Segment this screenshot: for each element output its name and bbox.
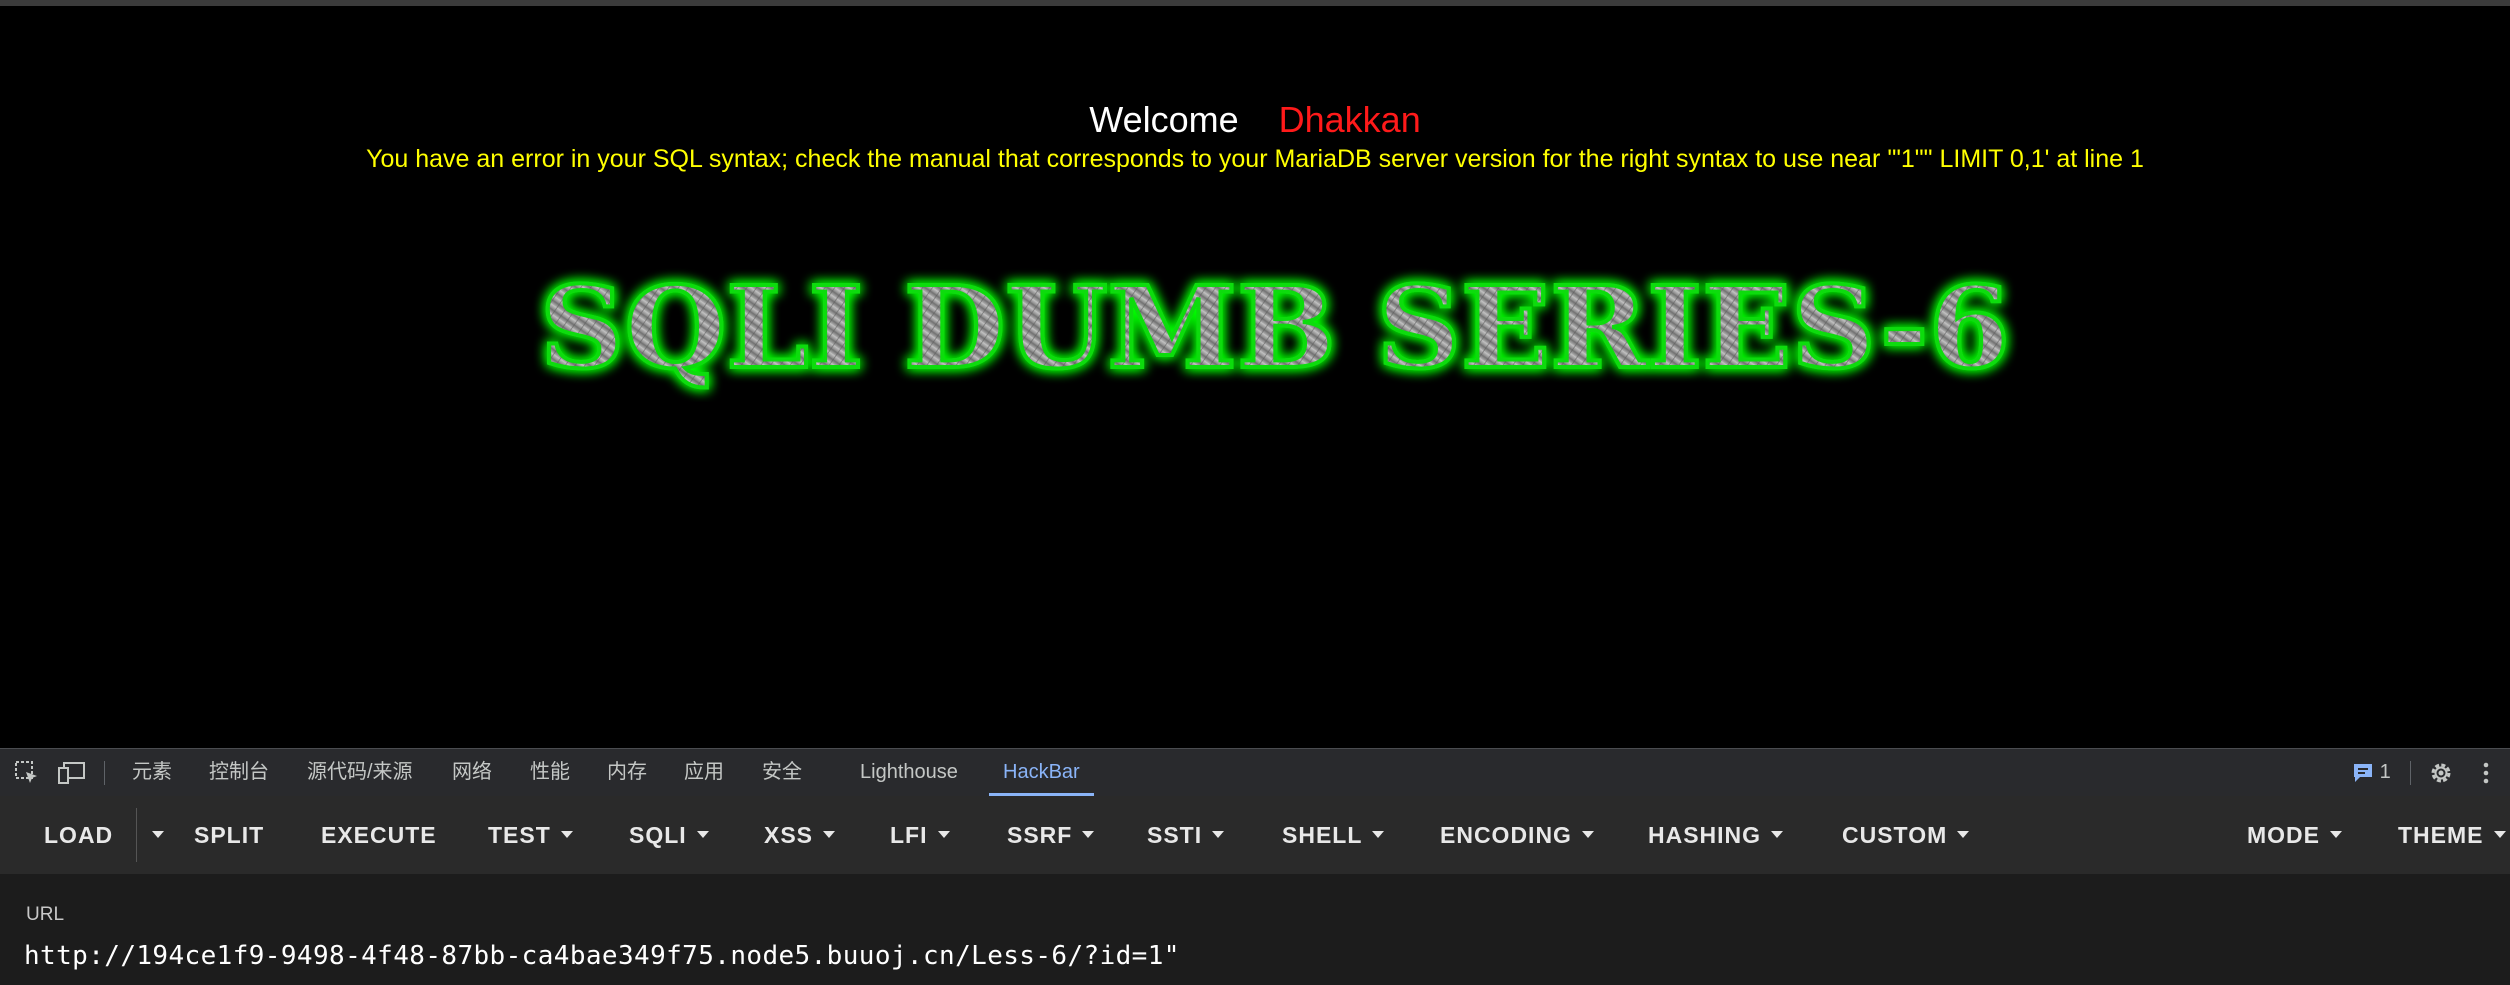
hashing-menu-button[interactable]: HASHING — [1648, 796, 1784, 874]
issues-icon — [2352, 749, 2374, 785]
chevron-down-icon — [1771, 831, 1784, 839]
shell-label: SHELL — [1282, 822, 1363, 848]
device-toolbar-icon[interactable] — [58, 749, 86, 796]
execute-label: EXECUTE — [321, 822, 437, 848]
issues-count: 1 — [2379, 761, 2391, 783]
hashing-label: HASHING — [1648, 822, 1762, 848]
tab-hackbar[interactable]: HackBar — [989, 749, 1094, 796]
tab-network[interactable]: 网络 — [452, 749, 492, 796]
tab-memory[interactable]: 内存 — [607, 749, 647, 796]
theme-menu-button[interactable]: THEME — [2398, 796, 2506, 874]
ssti-label: SSTI — [1147, 822, 1203, 848]
test-menu-button[interactable]: TEST — [488, 796, 573, 874]
load-button[interactable]: LOAD — [44, 796, 113, 874]
page-viewport: Welcome Dhakkan You have an error in your… — [0, 0, 2510, 748]
url-panel: URL — [0, 874, 2510, 985]
settings-gear-icon[interactable] — [2428, 749, 2454, 796]
ssrf-menu-button[interactable]: SSRF — [1007, 796, 1095, 874]
chevron-down-icon — [560, 831, 573, 839]
mode-menu-button[interactable]: MODE — [2247, 796, 2342, 874]
test-label: TEST — [488, 822, 551, 848]
sql-error-message: You have an error in your SQL syntax; ch… — [366, 145, 2144, 173]
load-dropdown-toggle[interactable] — [142, 796, 164, 874]
tab-console[interactable]: 控制台 — [209, 749, 269, 796]
browser-top-edge — [0, 0, 2510, 6]
more-vertical-icon[interactable] — [2480, 749, 2492, 796]
lfi-label: LFI — [890, 822, 928, 848]
xss-label: XSS — [764, 822, 814, 848]
series-banner: SQLI DUMB SERIES-6 — [520, 262, 2030, 402]
chevron-down-icon — [937, 831, 950, 839]
load-divider — [136, 808, 137, 862]
tab-elements[interactable]: 元素 — [132, 749, 172, 796]
user-name: Dhakkan — [1278, 99, 1421, 140]
chevron-down-icon — [1212, 831, 1225, 839]
custom-label: CUSTOM — [1842, 822, 1948, 848]
xss-menu-button[interactable]: XSS — [764, 796, 836, 874]
split-button[interactable]: SPLIT — [194, 796, 264, 874]
shell-menu-button[interactable]: SHELL — [1282, 796, 1385, 874]
chevron-down-icon — [696, 831, 709, 839]
chevron-down-icon — [1372, 831, 1385, 839]
devtools-tab-bar: 元素 控制台 源代码/来源 网络 性能 内存 应用 安全 Lighthouse … — [0, 748, 2510, 796]
sqli-label: SQLI — [629, 822, 687, 848]
load-label: LOAD — [44, 822, 114, 848]
tab-performance[interactable]: 性能 — [530, 749, 570, 796]
theme-label: THEME — [2398, 822, 2484, 848]
banner-title: SQLI DUMB SERIES-6 — [540, 263, 2010, 394]
ssti-menu-button[interactable]: SSTI — [1147, 796, 1225, 874]
welcome-line: Welcome Dhakkan — [0, 98, 2510, 142]
chevron-down-icon — [823, 831, 836, 839]
tab-divider — [104, 761, 105, 785]
tab-lighthouse[interactable]: Lighthouse — [860, 749, 958, 796]
chevron-down-icon — [1957, 831, 1970, 839]
encoding-menu-button[interactable]: ENCODING — [1440, 796, 1594, 874]
ssrf-label: SSRF — [1007, 822, 1073, 848]
tab-sources[interactable]: 源代码/来源 — [307, 749, 413, 796]
url-label: URL — [26, 904, 65, 925]
inspect-element-icon[interactable] — [14, 749, 40, 796]
sqli-menu-button[interactable]: SQLI — [629, 796, 709, 874]
execute-button[interactable]: EXECUTE — [321, 796, 437, 874]
url-input[interactable] — [24, 936, 2484, 976]
mode-label: MODE — [2247, 822, 2320, 848]
chevron-down-icon — [1082, 831, 1095, 839]
tab-application[interactable]: 应用 — [684, 749, 724, 796]
chevron-down-icon — [1581, 831, 1594, 839]
chevron-down-icon — [152, 831, 164, 839]
issues-button[interactable]: 1 — [2352, 749, 2391, 796]
chevron-down-icon — [2493, 831, 2506, 839]
lfi-menu-button[interactable]: LFI — [890, 796, 950, 874]
hackbar-toolbar: LOAD SPLIT EXECUTE TEST SQLI XSS LFI SSR… — [0, 796, 2510, 874]
encoding-label: ENCODING — [1440, 822, 1572, 848]
tab-divider — [2410, 761, 2411, 785]
split-label: SPLIT — [194, 822, 265, 848]
welcome-text: Welcome — [1089, 99, 1239, 140]
chevron-down-icon — [2330, 831, 2342, 839]
custom-menu-button[interactable]: CUSTOM — [1842, 796, 1970, 874]
tab-security[interactable]: 安全 — [762, 749, 802, 796]
